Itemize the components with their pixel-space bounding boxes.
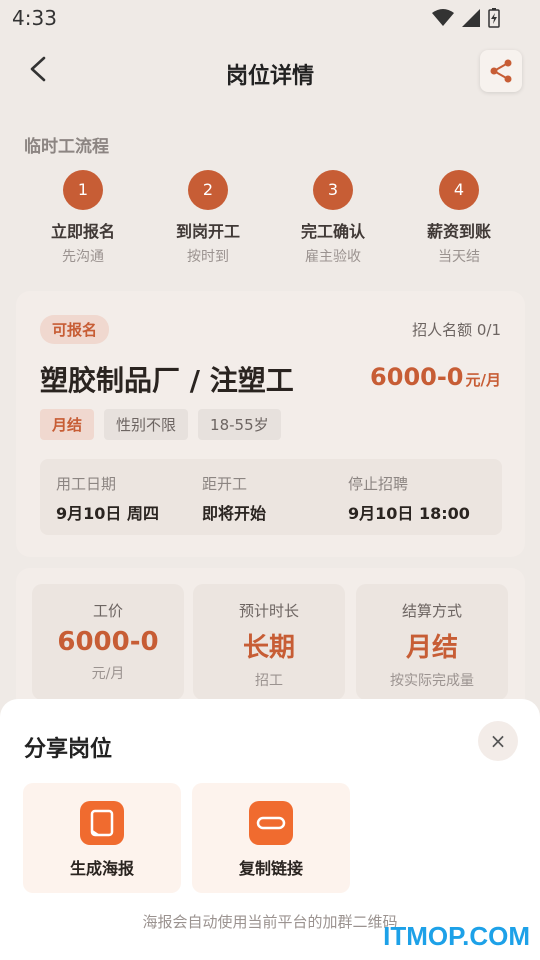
signal-icon <box>462 9 480 27</box>
step-number: 2 <box>188 170 228 210</box>
status-time: 4:33 <box>12 6 57 30</box>
pay-box-duration: 预计时长 长期 招工 <box>193 584 345 700</box>
action-label: 复制链接 <box>238 859 303 878</box>
step-label: 立即报名 <box>50 222 115 241</box>
header: 岗位详情 <box>0 36 540 108</box>
tag-list: 月结 性别不限 18-55岁 <box>40 409 281 440</box>
meta-label: 用工日期 <box>56 475 117 493</box>
pay-sub: 按实际完成量 <box>390 673 474 689</box>
step-number: 4 <box>439 170 479 210</box>
status-badge: 可报名 <box>40 315 110 344</box>
quota-text: 招人名额 0/1 <box>412 321 501 339</box>
pay-value: 长期 <box>242 633 295 663</box>
pay-label: 结算方式 <box>401 602 462 620</box>
status-bar: 4:33 <box>0 0 540 36</box>
pay-sub: 元/月 <box>91 666 125 682</box>
meta-start: 距开工 即将开始 <box>202 473 266 524</box>
step-number: 3 <box>313 170 353 210</box>
salary-value: 6000-0 <box>370 363 464 391</box>
job-meta: 用工日期 9月10日 周四 距开工 即将开始 停止招聘 9月10日 18:00 <box>40 459 502 535</box>
tag-gender: 性别不限 <box>104 409 189 440</box>
action-label: 生成海报 <box>69 859 134 878</box>
copy-link-button[interactable]: 复制链接 <box>192 783 350 893</box>
watermark-logo: ITMOP.COM <box>383 921 530 951</box>
meta-label: 停止招聘 <box>348 475 409 493</box>
meta-value: 9月10日 周四 <box>56 504 159 523</box>
meta-value: 9月10日 18:00 <box>348 504 470 523</box>
salary-unit: 元/月 <box>465 371 501 389</box>
close-button[interactable]: × <box>478 721 518 761</box>
salary: 6000-0 元/月 <box>370 363 501 391</box>
step-subtitle: 当天结 <box>438 249 480 265</box>
job-title: 塑胶制品厂 / 注塑工 <box>40 364 294 397</box>
battery-icon <box>488 8 500 28</box>
tag-settlement: 月结 <box>40 409 95 440</box>
job-card: 可报名 招人名额 0/1 塑胶制品厂 / 注塑工 6000-0 元/月 月结 性别… <box>16 291 525 557</box>
flow-section-title: 临时工流程 <box>24 137 109 157</box>
pay-sub: 招工 <box>255 673 283 689</box>
step-subtitle: 按时到 <box>187 249 229 265</box>
meta-work-date: 用工日期 9月10日 周四 <box>56 473 159 524</box>
step-subtitle: 雇主验收 <box>305 249 361 265</box>
link-icon <box>249 801 293 845</box>
pay-value: 6000-0 <box>57 627 159 657</box>
pay-label: 工价 <box>92 602 123 620</box>
flow-step-2: 2 到岗开工 按时到 <box>153 170 263 266</box>
share-icon <box>490 59 512 83</box>
wifi-icon <box>432 9 454 26</box>
flow-step-1: 1 立即报名 先沟通 <box>28 170 138 266</box>
tag-age: 18-55岁 <box>198 409 281 440</box>
sheet-title: 分享岗位 <box>24 737 113 762</box>
meta-deadline: 停止招聘 9月10日 18:00 <box>348 473 470 524</box>
pay-box-wage: 工价 6000-0 元/月 <box>32 584 184 700</box>
meta-label: 距开工 <box>202 475 248 493</box>
poster-icon <box>80 801 124 845</box>
meta-value: 即将开始 <box>202 504 267 523</box>
pay-value: 月结 <box>405 633 458 663</box>
flow-step-3: 3 完工确认 雇主验收 <box>278 170 388 266</box>
step-number: 1 <box>63 170 103 210</box>
flow-step-4: 4 薪资到账 当天结 <box>404 170 514 266</box>
step-subtitle: 先沟通 <box>62 249 104 265</box>
step-label: 到岗开工 <box>175 222 240 241</box>
page-title: 岗位详情 <box>225 64 314 89</box>
pay-box-settlement: 结算方式 月结 按实际完成量 <box>356 584 508 700</box>
step-label: 薪资到账 <box>426 222 491 241</box>
step-label: 完工确认 <box>300 222 365 241</box>
pay-label: 预计时长 <box>238 602 299 620</box>
generate-poster-button[interactable]: 生成海报 <box>23 783 181 893</box>
share-button[interactable] <box>480 50 522 92</box>
status-icons <box>432 8 500 28</box>
